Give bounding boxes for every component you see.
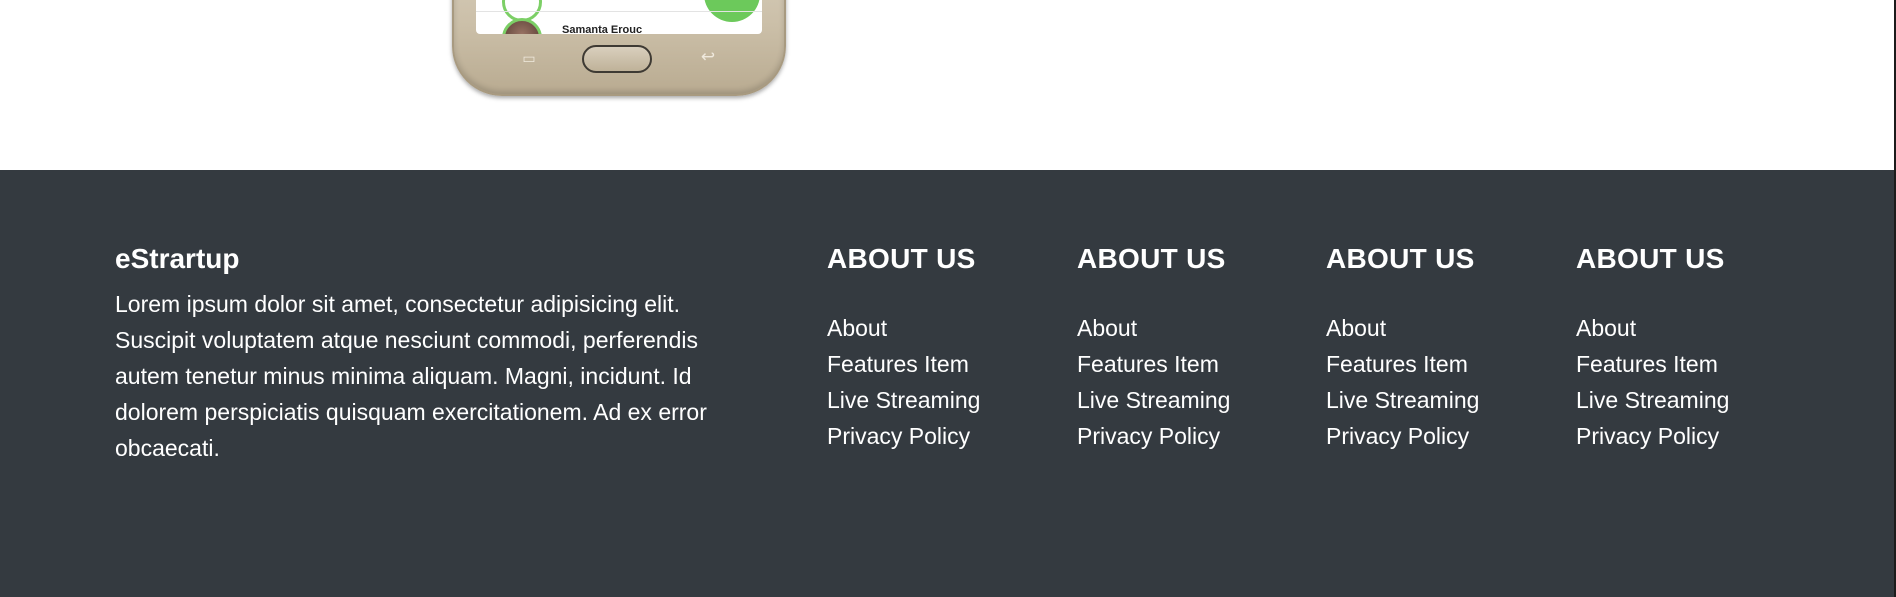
phone-mockup-image: Samanta Erouc ▭ ↩ [452,0,786,96]
footer-link-list: About Features Item Live Streaming Priva… [827,310,1067,454]
home-button-icon [582,45,652,73]
footer-link-list: About Features Item Live Streaming Priva… [1576,310,1816,454]
footer-link-list: About Features Item Live Streaming Priva… [1326,310,1566,454]
footer-link-features-item[interactable]: Features Item [1576,346,1816,382]
contact-name: Samanta Erouc [562,24,643,34]
screen-divider [476,11,762,12]
footer-link-privacy-policy[interactable]: Privacy Policy [827,418,1067,454]
footer-brand-title: eStrartup [115,243,240,274]
footer-link-privacy-policy[interactable]: Privacy Policy [1326,418,1566,454]
footer-link-column: ABOUT US About Features Item Live Stream… [1326,240,1566,454]
footer-link-live-streaming[interactable]: Live Streaming [1326,382,1566,418]
footer-link-column: ABOUT US About Features Item Live Stream… [1077,240,1317,454]
footer-link-features-item[interactable]: Features Item [1326,346,1566,382]
footer-link-privacy-policy[interactable]: Privacy Policy [1576,418,1816,454]
phone-screen: Samanta Erouc [476,0,762,34]
footer-brand-description: Lorem ipsum dolor sit amet, consectetur … [115,291,707,461]
footer-link-column: ABOUT US About Features Item Live Stream… [1576,240,1816,454]
back-arrow-icon: ↩ [700,47,716,66]
footer-link-about[interactable]: About [1576,310,1816,346]
footer-link-column: ABOUT US About Features Item Live Stream… [827,240,1067,454]
footer-link-live-streaming[interactable]: Live Streaming [827,382,1067,418]
footer-link-about[interactable]: About [1077,310,1317,346]
footer-column-heading: ABOUT US [1326,243,1475,274]
contact-avatar [502,18,542,34]
footer-link-features-item[interactable]: Features Item [1077,346,1317,382]
footer-link-live-streaming[interactable]: Live Streaming [1077,382,1317,418]
hero-bottom-section: Samanta Erouc ▭ ↩ [0,0,1896,170]
footer-link-about[interactable]: About [827,310,1067,346]
footer-column-heading: ABOUT US [1077,243,1226,274]
footer-column-heading: ABOUT US [1576,243,1725,274]
footer-brand-column: eStrartup Lorem ipsum dolor sit amet, co… [115,240,755,466]
footer-link-features-item[interactable]: Features Item [827,346,1067,382]
footer-link-list: About Features Item Live Streaming Priva… [1077,310,1317,454]
footer-column-heading: ABOUT US [827,243,976,274]
footer-link-live-streaming[interactable]: Live Streaming [1576,382,1816,418]
footer-link-privacy-policy[interactable]: Privacy Policy [1077,418,1317,454]
recent-apps-icon: ▭ [522,50,536,66]
footer-link-about[interactable]: About [1326,310,1566,346]
site-footer: eStrartup Lorem ipsum dolor sit amet, co… [0,170,1896,597]
